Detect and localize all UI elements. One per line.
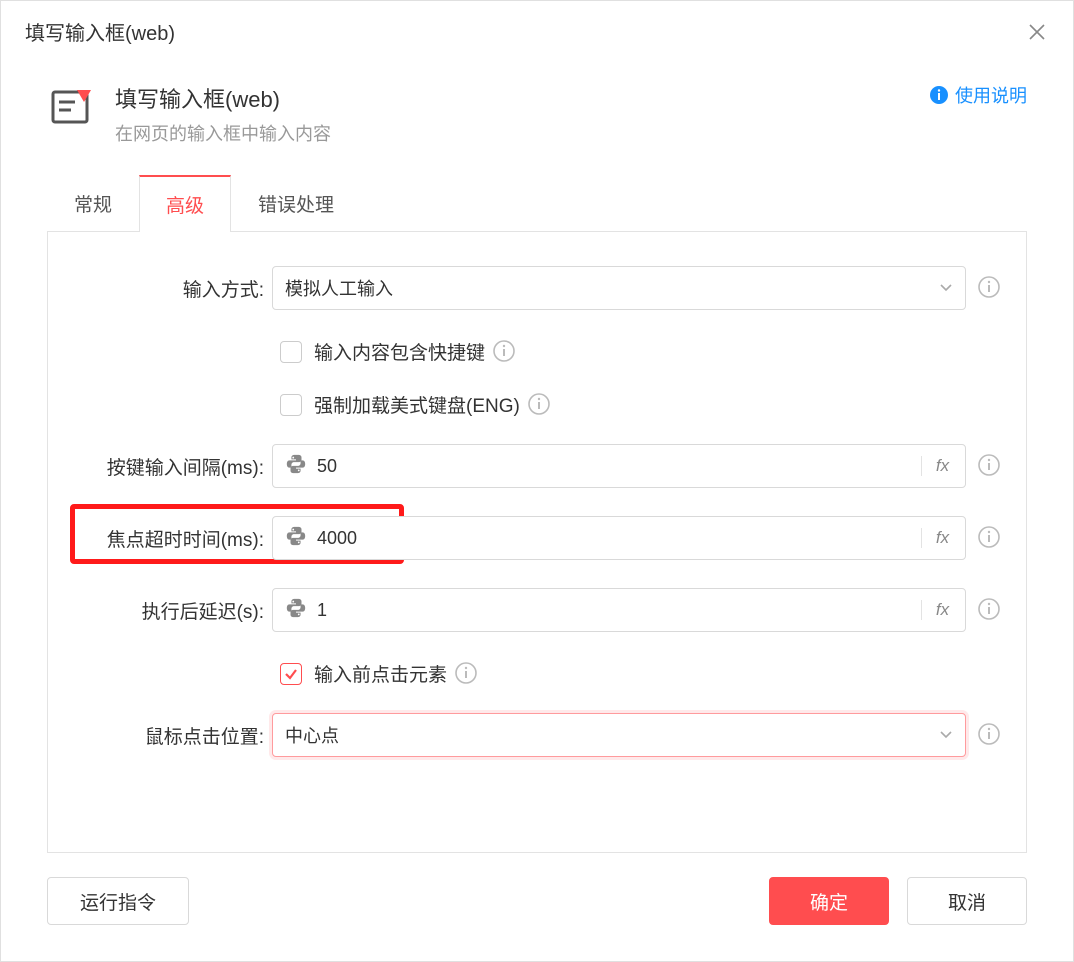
fx-button[interactable]: fx — [921, 600, 953, 620]
form-edit-icon — [47, 82, 95, 130]
info-icon[interactable] — [978, 526, 1002, 550]
focus-timeout-input[interactable] — [317, 528, 915, 549]
run-button[interactable]: 运行指令 — [47, 877, 189, 925]
click-position-select[interactable]: 中心点 — [272, 713, 966, 757]
exec-delay-input-wrap: fx — [272, 588, 966, 632]
tabs: 常规 高级 错误处理 — [1, 174, 1073, 231]
info-icon[interactable] — [493, 340, 517, 364]
help-link-label: 使用说明 — [955, 82, 1027, 108]
titlebar: 填写输入框(web) — [1, 1, 1073, 62]
hotkey-checkbox[interactable] — [280, 341, 302, 363]
chevron-down-icon — [939, 278, 953, 299]
tab-general[interactable]: 常规 — [47, 175, 139, 232]
python-icon — [285, 597, 307, 624]
hotkey-checkbox-label: 输入内容包含快捷键 — [314, 338, 485, 365]
fx-button[interactable]: fx — [921, 456, 953, 476]
header-title: 填写输入框(web) — [115, 82, 929, 114]
form-panel: 输入方式: 模拟人工输入 输入内容包含快捷键 — [47, 231, 1027, 853]
dialog: 填写输入框(web) 填写输入框(web) 在网页的输入框中输入内容 使用说明 … — [0, 0, 1074, 962]
tab-advanced[interactable]: 高级 — [139, 175, 231, 232]
help-link[interactable]: 使用说明 — [929, 82, 1027, 108]
eng-keyboard-checkbox[interactable] — [280, 394, 302, 416]
click-before-checkbox-label: 输入前点击元素 — [314, 660, 447, 687]
info-icon[interactable] — [978, 454, 1002, 478]
input-method-select[interactable]: 模拟人工输入 — [272, 266, 966, 310]
info-icon[interactable] — [978, 598, 1002, 622]
click-position-value: 中心点 — [285, 722, 339, 748]
cancel-button[interactable]: 取消 — [907, 877, 1027, 925]
header: 填写输入框(web) 在网页的输入框中输入内容 使用说明 — [1, 62, 1073, 158]
key-interval-label: 按键输入间隔(ms): — [72, 453, 272, 480]
info-icon[interactable] — [528, 393, 552, 417]
info-icon[interactable] — [978, 723, 1002, 747]
exec-delay-label: 执行后延迟(s): — [72, 597, 272, 624]
chevron-down-icon — [939, 725, 953, 746]
python-icon — [285, 525, 307, 552]
click-before-checkbox[interactable] — [280, 663, 302, 685]
eng-keyboard-checkbox-label: 强制加载美式键盘(ENG) — [314, 391, 520, 418]
info-icon — [929, 85, 949, 105]
input-method-label: 输入方式: — [72, 275, 272, 302]
focus-timeout-input-wrap: fx — [272, 516, 966, 560]
key-interval-input-wrap: fx — [272, 444, 966, 488]
key-interval-input[interactable] — [317, 456, 915, 477]
tab-error[interactable]: 错误处理 — [231, 175, 361, 232]
python-icon — [285, 453, 307, 480]
exec-delay-input[interactable] — [317, 600, 915, 621]
click-position-label: 鼠标点击位置: — [72, 722, 272, 749]
dialog-title: 填写输入框(web) — [25, 17, 175, 46]
info-icon[interactable] — [978, 276, 1002, 300]
ok-button[interactable]: 确定 — [769, 877, 889, 925]
fx-button[interactable]: fx — [921, 528, 953, 548]
header-subtitle: 在网页的输入框中输入内容 — [115, 120, 929, 146]
close-icon[interactable] — [1025, 20, 1049, 44]
input-method-value: 模拟人工输入 — [285, 275, 393, 301]
focus-timeout-label: 焦点超时时间(ms): — [72, 525, 272, 552]
info-icon[interactable] — [455, 662, 479, 686]
footer: 运行指令 确定 取消 — [1, 877, 1073, 961]
